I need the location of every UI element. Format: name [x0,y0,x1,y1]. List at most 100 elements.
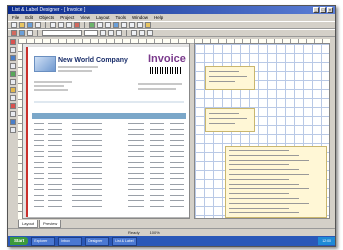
invoice-table-header [32,113,186,119]
italic-icon[interactable] [108,30,114,36]
table-row [32,144,186,147]
menu-objects[interactable]: Objects [39,14,54,21]
layout-pane: New World Company Invoice [22,43,190,219]
recipient-line [34,85,64,87]
header-block[interactable] [205,66,255,90]
window-controls: _ □ × [313,7,333,13]
layout-tabs-bar: Layout Preview [18,220,330,228]
invoice-page[interactable]: New World Company Invoice [26,47,189,217]
table-row [32,166,186,169]
recipient-line [34,81,72,83]
table-row [32,128,186,131]
close-button[interactable]: × [327,7,333,13]
toolbar-separator [126,30,127,36]
task-explorer[interactable]: Explorer [31,236,56,246]
preview-icon[interactable] [89,22,95,28]
menu-edit[interactable]: Edit [25,14,33,21]
menu-tools[interactable]: Tools [116,14,127,21]
rectangle-tool-icon[interactable] [10,55,16,61]
start-button[interactable]: Start [10,237,29,245]
invoice-info-line [138,83,182,85]
detail-list-block[interactable] [225,146,327,218]
table-row [32,183,186,186]
menu-layout[interactable]: Layout [96,14,110,21]
zoom-in-icon[interactable] [97,22,103,28]
tab-layout[interactable]: Layout [18,220,39,228]
cut-icon[interactable] [50,22,56,28]
print-icon[interactable] [35,22,41,28]
undo-icon[interactable] [74,22,80,28]
bold-icon[interactable] [100,30,106,36]
task-designer[interactable]: Designer [85,236,110,246]
task-listlabel[interactable]: List & Label [112,236,137,246]
maximize-button[interactable]: □ [320,7,326,13]
image-tool-icon[interactable] [10,71,16,77]
barcode-tool-icon[interactable] [10,79,16,85]
table-row [32,139,186,142]
chart-tool-icon[interactable] [10,95,16,101]
font-size-field[interactable] [84,30,98,36]
select-tool-icon[interactable] [10,39,16,45]
salutation-line [34,101,184,103]
menu-project[interactable]: Project [60,14,74,21]
task-inbox[interactable]: Inbox [58,236,83,246]
recipient-line [34,89,68,91]
address-block[interactable] [205,108,255,132]
copy-icon[interactable] [58,22,64,28]
line-tool-icon[interactable] [10,63,16,69]
table-row [32,122,186,125]
table-row [32,188,186,191]
minimize-button[interactable]: _ [313,7,319,13]
format-toolbar [8,29,335,37]
company-logo-icon [34,56,56,72]
help-icon[interactable] [145,22,151,28]
object-toolbox [9,39,17,219]
address-line [58,66,98,68]
align-right-icon[interactable] [137,22,143,28]
toolbar-separator [45,22,46,28]
form-tool-icon[interactable] [10,111,16,117]
align-center-icon[interactable] [129,22,135,28]
checkbox-tool-icon[interactable] [10,127,16,133]
underline-icon[interactable] [116,30,122,36]
text-tool-icon[interactable] [10,47,16,53]
open-icon[interactable] [19,22,25,28]
tab-preview[interactable]: Preview [39,220,62,228]
menu-window[interactable]: Window [132,14,148,21]
send-back-icon[interactable] [147,30,153,36]
table-row [32,150,186,153]
menu-file[interactable]: File [12,14,19,21]
table-row [32,155,186,158]
save-icon[interactable] [27,22,33,28]
menu-bar: File Edit Objects Project View Layout To… [8,14,335,21]
table-tool-icon[interactable] [10,87,16,93]
taskbar: Start Explorer Inbox Designer List & Lab… [8,236,335,246]
layer-icon[interactable] [131,30,137,36]
menu-view[interactable]: View [80,14,90,21]
insert-line-icon[interactable] [27,30,33,36]
font-name-field[interactable] [42,30,82,36]
table-row [32,161,186,164]
app-window: List & Label Designer - [ Invoice ] _ □ … [7,5,336,247]
status-bar: Ready 100% [8,228,335,235]
table-row [32,172,186,175]
table-row [32,177,186,180]
insert-text-icon[interactable] [11,30,17,36]
insert-table-icon[interactable] [19,30,25,36]
grid-icon[interactable] [113,22,119,28]
paste-icon[interactable] [66,22,72,28]
bring-front-icon[interactable] [139,30,145,36]
crosstab-tool-icon[interactable] [10,119,16,125]
new-icon[interactable] [11,22,17,28]
table-row [32,133,186,136]
toolbar-separator [84,22,85,28]
table-row [32,205,186,208]
zoom-out-icon[interactable] [105,22,111,28]
ellipse-tool-icon[interactable] [10,103,16,109]
invoice-heading: Invoice [148,53,186,65]
table-row [32,199,186,202]
menu-help[interactable]: Help [154,14,163,21]
align-left-icon[interactable] [121,22,127,28]
toolbar-separator [37,30,38,36]
zoom-level: 100% [149,230,160,235]
